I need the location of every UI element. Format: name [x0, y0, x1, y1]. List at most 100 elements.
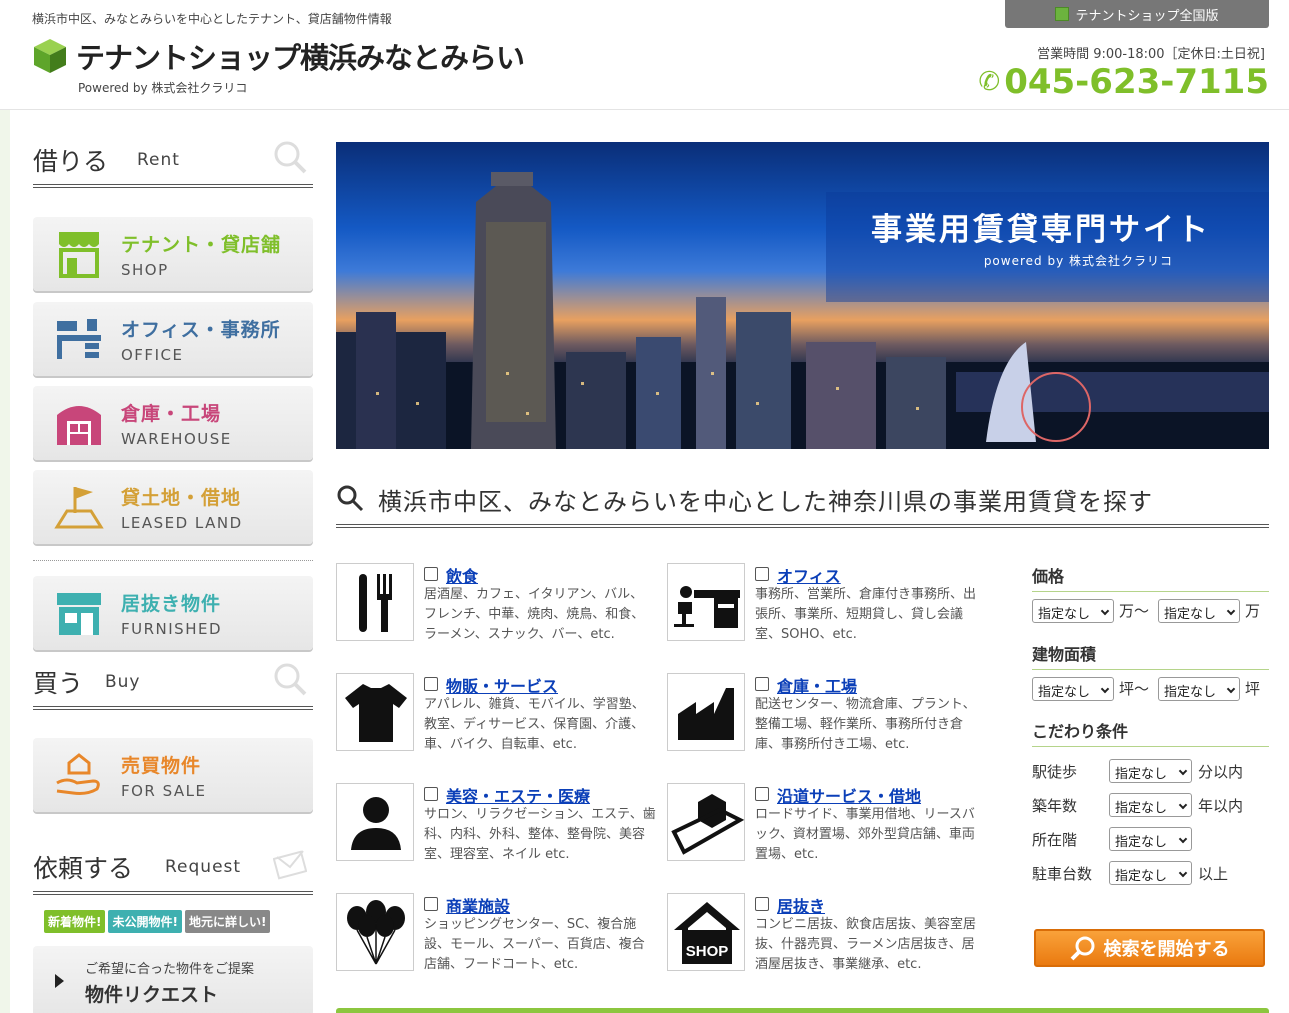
- search-heading: 横浜市中区、みなとみらいを中心とした神奈川県の事業用賃貸を探す: [336, 480, 1269, 528]
- shop-house-icon: SHOP: [667, 893, 745, 971]
- tagline: 横浜市中区、みなとみらいを中心としたテナント、貸店舗物件情報: [32, 12, 392, 26]
- rent-heading-en: Rent: [137, 150, 180, 170]
- category-retail: 物販・サービス アパレル、雑貨、モバイル、学習塾、教室、ディサービス、保育園、介…: [336, 673, 656, 753]
- category-checkbox[interactable]: [424, 787, 438, 801]
- category-warehouse: 倉庫・工場 配送センター、物流倉庫、プラント、整備工場、軽作業所、事務所付き倉庫…: [667, 673, 987, 753]
- area-range-sep: 坪〜: [1119, 678, 1149, 699]
- category-name[interactable]: 飲食: [446, 563, 478, 587]
- category-checkbox[interactable]: [755, 567, 769, 581]
- hero-title: 事業用賃貸専門サイト: [871, 212, 1211, 248]
- select-value: 指定なし: [1164, 685, 1217, 700]
- category-name[interactable]: 倉庫・工場: [777, 673, 857, 697]
- site-name: テナントショップ横浜みなとみらい: [76, 41, 525, 75]
- category-checkbox[interactable]: [424, 677, 438, 691]
- cube-icon: [1055, 7, 1070, 21]
- chevron-down-icon: [1178, 766, 1188, 776]
- floor-select[interactable]: 指定なし: [1109, 827, 1192, 851]
- select-value: 指定なし: [1038, 607, 1091, 622]
- search-heading-text: 横浜市中区、みなとみらいを中心とした神奈川県の事業用賃貸を探す: [378, 488, 1153, 516]
- category-checkbox[interactable]: [755, 677, 769, 691]
- category-desc: 配送センター、物流倉庫、プラント、整備工場、軽作業所、事務所付き倉庫、事務所付き…: [755, 697, 976, 752]
- category-checkbox[interactable]: [424, 897, 438, 911]
- start-search-button[interactable]: 検索を開始する: [1034, 929, 1265, 967]
- category-name[interactable]: 沿道サービス・借地: [777, 783, 921, 807]
- office-icon: [57, 319, 101, 359]
- sidebar-item-leased-land[interactable]: 貸土地・借地 LEASED LAND: [33, 470, 313, 544]
- sidebar-item-for-sale[interactable]: 売買物件 FOR SALE: [33, 738, 313, 812]
- category-roadside: 沿道サービス・借地 ロードサイド、事業用借地、リースバック、資材置場、郊外型貸店…: [667, 783, 987, 863]
- page: 横浜市中区、みなとみらいを中心としたテナント、貸店舗物件情報 テナントショップ横…: [0, 0, 1289, 1013]
- envelope-icon: [273, 850, 307, 880]
- header: 横浜市中区、みなとみらいを中心としたテナント、貸店舗物件情報 テナントショップ横…: [0, 0, 1289, 110]
- search-icon: [337, 485, 364, 512]
- left-accent-bar: [0, 110, 10, 1013]
- buy-heading-en: Buy: [105, 672, 141, 692]
- category-name[interactable]: 居抜き: [777, 893, 825, 917]
- walk-label: 駅徒歩: [1032, 763, 1078, 781]
- tilde: 〜: [1134, 602, 1150, 620]
- house-hand-icon: [56, 753, 100, 795]
- shop-icon: [59, 232, 99, 278]
- category-furnished: SHOP 居抜き コンビニ居抜、飲食店居抜、美容室居抜、什器売買、ラーメン店居抜…: [667, 893, 987, 973]
- cube-logo-icon: [34, 39, 66, 73]
- category-checkbox[interactable]: [755, 787, 769, 801]
- phone-text: 045-623-7115: [1004, 62, 1269, 102]
- category-desc: コンビニ居抜、飲食店居抜、美容室居抜、什器売買、ラーメン店居抜き、居酒屋居抜き、…: [755, 917, 977, 972]
- site-logo[interactable]: テナントショップ横浜みなとみらい: [32, 35, 525, 77]
- floor-label: 所在階: [1032, 831, 1078, 849]
- chevron-down-icon: [1226, 684, 1236, 694]
- walk-select[interactable]: 指定なし: [1109, 759, 1192, 783]
- sidebar-item-shop[interactable]: テナント・貸店舗 SHOP: [33, 217, 313, 291]
- price-unit: 万: [1119, 602, 1135, 620]
- request-main: 物件リクエスト: [85, 984, 219, 1006]
- category-name[interactable]: 美容・エステ・医療: [446, 783, 590, 807]
- category-desc: アパレル、雑貨、モバイル、学習塾、教室、ディサービス、保育園、介護、車、バイク、…: [424, 697, 645, 752]
- request-sub: ご希望に合った物件をご提案: [85, 962, 255, 977]
- sidebar-divider: [33, 560, 313, 561]
- shop-label-en: SHOP: [121, 260, 169, 279]
- phone-number[interactable]: ✆ 045-623-7115: [978, 62, 1269, 102]
- category-name[interactable]: 商業施設: [446, 893, 510, 917]
- category-desc: 居酒屋、カフェ、イタリアン、バル、フレンチ、中華、焼肉、焼鳥、和食、ラーメン、ス…: [424, 587, 645, 642]
- area-unit-end: 坪: [1245, 680, 1261, 698]
- property-request-button[interactable]: ご希望に合った物件をご提案 物件リクエスト: [33, 946, 313, 1013]
- office-label-en: OFFICE: [121, 345, 184, 364]
- area-filter-heading: 建物面積: [1032, 641, 1269, 670]
- area-min-select[interactable]: 指定なし: [1032, 677, 1114, 701]
- search-icon: [274, 663, 307, 696]
- leased-land-label-en: LEASED LAND: [121, 513, 243, 532]
- conditions-heading: こだわり条件: [1032, 718, 1269, 747]
- tilde: 〜: [1134, 680, 1150, 698]
- category-desc: ショッピングセンター、SC、複合施設、モール、スーパー、百貨店、複合店舗、フード…: [424, 917, 645, 972]
- sidebar-item-office[interactable]: オフィス・事務所 OFFICE: [33, 302, 313, 376]
- furnished-label: 居抜き物件: [121, 592, 222, 615]
- chevron-down-icon: [1226, 606, 1236, 616]
- search-icon: [1070, 936, 1094, 961]
- price-max-select[interactable]: 指定なし: [1158, 599, 1240, 623]
- nationwide-label: テナントショップ全国版: [1075, 8, 1219, 24]
- balloons-icon: [336, 893, 414, 971]
- category-checkbox[interactable]: [424, 567, 438, 581]
- parking-select[interactable]: 指定なし: [1109, 861, 1192, 885]
- request-heading-en: Request: [165, 857, 242, 877]
- category-desc: 事務所、営業所、倉庫付き事務所、出張所、事業所、短期貸し、貸し会議室、SOHO、…: [755, 587, 977, 642]
- category-desc: サロン、リラクゼーション、エステ、歯科、内科、外科、整体、整骨院、美容室、理容室…: [424, 807, 656, 862]
- age-select[interactable]: 指定なし: [1109, 793, 1192, 817]
- factory-icon: [667, 673, 745, 751]
- category-name[interactable]: オフィス: [777, 563, 841, 587]
- search-icon: [274, 141, 307, 174]
- area-max-select[interactable]: 指定なし: [1158, 677, 1240, 701]
- price-range-sep: 万〜: [1119, 600, 1149, 621]
- badge-new: 新着物件!: [44, 910, 106, 933]
- category-checkbox[interactable]: [755, 897, 769, 911]
- sidebar-item-furnished[interactable]: 居抜き物件 FURNISHED: [33, 576, 313, 650]
- roadside-icon: [667, 783, 745, 861]
- nationwide-site-link[interactable]: テナントショップ全国版: [1005, 0, 1269, 28]
- category-name[interactable]: 物販・サービス: [446, 673, 558, 697]
- sidebar-item-warehouse[interactable]: 倉庫・工場 WAREHOUSE: [33, 386, 313, 460]
- furnished-label-en: FURNISHED: [121, 619, 223, 638]
- select-value: 指定なし: [1164, 607, 1217, 622]
- price-min-select[interactable]: 指定なし: [1032, 599, 1114, 623]
- tshirt-icon: [336, 673, 414, 751]
- fork-knife-icon: [336, 563, 414, 641]
